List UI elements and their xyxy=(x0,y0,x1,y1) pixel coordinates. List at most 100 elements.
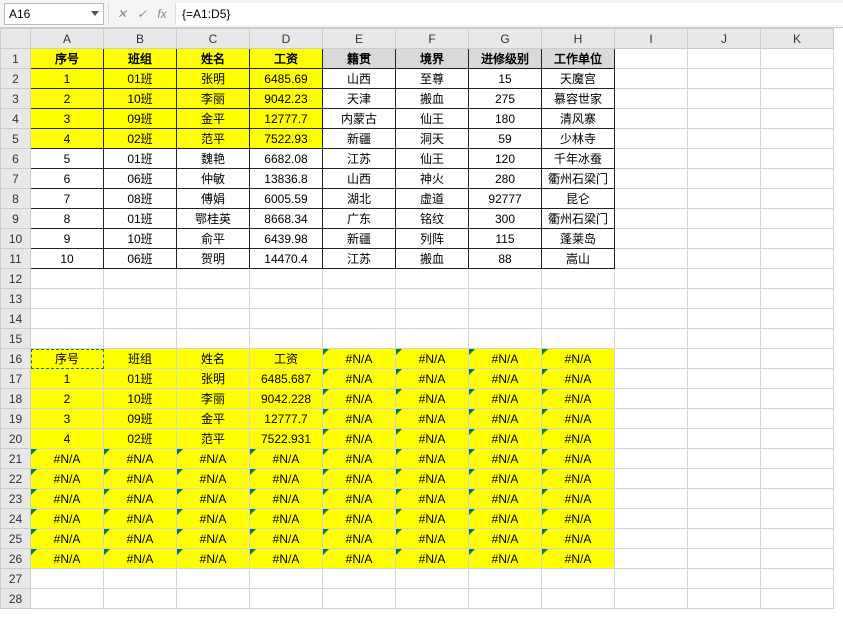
cell-B24[interactable]: #N/A xyxy=(104,509,177,529)
cell-F21[interactable]: #N/A xyxy=(396,449,469,469)
cell-G12[interactable] xyxy=(469,269,542,289)
cell-K26[interactable] xyxy=(761,549,834,569)
cell-J15[interactable] xyxy=(688,329,761,349)
cell-K21[interactable] xyxy=(761,449,834,469)
cell-G2[interactable]: 15 xyxy=(469,69,542,89)
col-header-H[interactable]: H xyxy=(542,29,615,49)
cell-E18[interactable]: #N/A xyxy=(323,389,396,409)
cell-G25[interactable]: #N/A xyxy=(469,529,542,549)
cell-D3[interactable]: 9042.23 xyxy=(250,89,323,109)
spreadsheet-grid[interactable]: ABCDEFGHIJK1序号班组姓名工资籍贯境界进修级别工作单位2101班张明6… xyxy=(0,28,843,609)
cell-H19[interactable]: #N/A xyxy=(542,409,615,429)
cell-A4[interactable]: 3 xyxy=(31,109,104,129)
cell-F20[interactable]: #N/A xyxy=(396,429,469,449)
cell-F7[interactable]: 神火 xyxy=(396,169,469,189)
cell-A2[interactable]: 1 xyxy=(31,69,104,89)
cell-A24[interactable]: #N/A xyxy=(31,509,104,529)
cell-I5[interactable] xyxy=(615,129,688,149)
cell-H7[interactable]: 衢州石梁门 xyxy=(542,169,615,189)
row-header-5[interactable]: 5 xyxy=(1,129,31,149)
cell-C1[interactable]: 姓名 xyxy=(177,49,250,69)
cell-J21[interactable] xyxy=(688,449,761,469)
row-header-24[interactable]: 24 xyxy=(1,509,31,529)
cell-D12[interactable] xyxy=(250,269,323,289)
cell-F8[interactable]: 虚道 xyxy=(396,189,469,209)
cell-D27[interactable] xyxy=(250,569,323,589)
cell-C18[interactable]: 李丽 xyxy=(177,389,250,409)
cell-I9[interactable] xyxy=(615,209,688,229)
cell-I22[interactable] xyxy=(615,469,688,489)
col-header-I[interactable]: I xyxy=(615,29,688,49)
cell-B23[interactable]: #N/A xyxy=(104,489,177,509)
cell-K9[interactable] xyxy=(761,209,834,229)
row-header-6[interactable]: 6 xyxy=(1,149,31,169)
cell-I15[interactable] xyxy=(615,329,688,349)
row-header-3[interactable]: 3 xyxy=(1,89,31,109)
cell-B11[interactable]: 06班 xyxy=(104,249,177,269)
cell-K5[interactable] xyxy=(761,129,834,149)
cell-H1[interactable]: 工作单位 xyxy=(542,49,615,69)
cell-A20[interactable]: 4 xyxy=(31,429,104,449)
cell-C3[interactable]: 李丽 xyxy=(177,89,250,109)
cell-K19[interactable] xyxy=(761,409,834,429)
cell-J27[interactable] xyxy=(688,569,761,589)
cell-A14[interactable] xyxy=(31,309,104,329)
cell-C19[interactable]: 金平 xyxy=(177,409,250,429)
cell-C17[interactable]: 张明 xyxy=(177,369,250,389)
cell-F15[interactable] xyxy=(396,329,469,349)
cell-B16[interactable]: 班组 xyxy=(104,349,177,369)
cell-A22[interactable]: #N/A xyxy=(31,469,104,489)
cell-G16[interactable]: #N/A xyxy=(469,349,542,369)
cell-G4[interactable]: 180 xyxy=(469,109,542,129)
cell-F27[interactable] xyxy=(396,569,469,589)
row-header-8[interactable]: 8 xyxy=(1,189,31,209)
cell-G3[interactable]: 275 xyxy=(469,89,542,109)
cell-G8[interactable]: 92777 xyxy=(469,189,542,209)
cell-K28[interactable] xyxy=(761,589,834,609)
confirm-icon[interactable]: ✓ xyxy=(135,7,149,21)
cell-F11[interactable]: 搬血 xyxy=(396,249,469,269)
cell-E14[interactable] xyxy=(323,309,396,329)
cell-A10[interactable]: 9 xyxy=(31,229,104,249)
cell-F19[interactable]: #N/A xyxy=(396,409,469,429)
cell-H25[interactable]: #N/A xyxy=(542,529,615,549)
cell-F17[interactable]: #N/A xyxy=(396,369,469,389)
cell-D24[interactable]: #N/A xyxy=(250,509,323,529)
cell-E8[interactable]: 湖北 xyxy=(323,189,396,209)
cell-K3[interactable] xyxy=(761,89,834,109)
cell-A27[interactable] xyxy=(31,569,104,589)
cell-E17[interactable]: #N/A xyxy=(323,369,396,389)
cell-B6[interactable]: 01班 xyxy=(104,149,177,169)
cell-J2[interactable] xyxy=(688,69,761,89)
cell-H14[interactable] xyxy=(542,309,615,329)
cell-B9[interactable]: 01班 xyxy=(104,209,177,229)
cell-B8[interactable]: 08班 xyxy=(104,189,177,209)
cell-J1[interactable] xyxy=(688,49,761,69)
cell-B20[interactable]: 02班 xyxy=(104,429,177,449)
cell-G20[interactable]: #N/A xyxy=(469,429,542,449)
cell-J24[interactable] xyxy=(688,509,761,529)
cell-A13[interactable] xyxy=(31,289,104,309)
cell-E3[interactable]: 天津 xyxy=(323,89,396,109)
cell-J9[interactable] xyxy=(688,209,761,229)
cell-I7[interactable] xyxy=(615,169,688,189)
cell-C16[interactable]: 姓名 xyxy=(177,349,250,369)
cell-A23[interactable]: #N/A xyxy=(31,489,104,509)
cell-G27[interactable] xyxy=(469,569,542,589)
cell-H18[interactable]: #N/A xyxy=(542,389,615,409)
cell-A9[interactable]: 8 xyxy=(31,209,104,229)
cell-C8[interactable]: 傅娟 xyxy=(177,189,250,209)
cell-E16[interactable]: #N/A xyxy=(323,349,396,369)
cell-H8[interactable]: 昆仑 xyxy=(542,189,615,209)
cell-E28[interactable] xyxy=(323,589,396,609)
cell-A21[interactable]: #N/A xyxy=(31,449,104,469)
col-header-D[interactable]: D xyxy=(250,29,323,49)
cell-J7[interactable] xyxy=(688,169,761,189)
cell-H17[interactable]: #N/A xyxy=(542,369,615,389)
cell-C27[interactable] xyxy=(177,569,250,589)
cell-A6[interactable]: 5 xyxy=(31,149,104,169)
row-header-21[interactable]: 21 xyxy=(1,449,31,469)
cell-J18[interactable] xyxy=(688,389,761,409)
cell-H4[interactable]: 清风寨 xyxy=(542,109,615,129)
cell-D22[interactable]: #N/A xyxy=(250,469,323,489)
